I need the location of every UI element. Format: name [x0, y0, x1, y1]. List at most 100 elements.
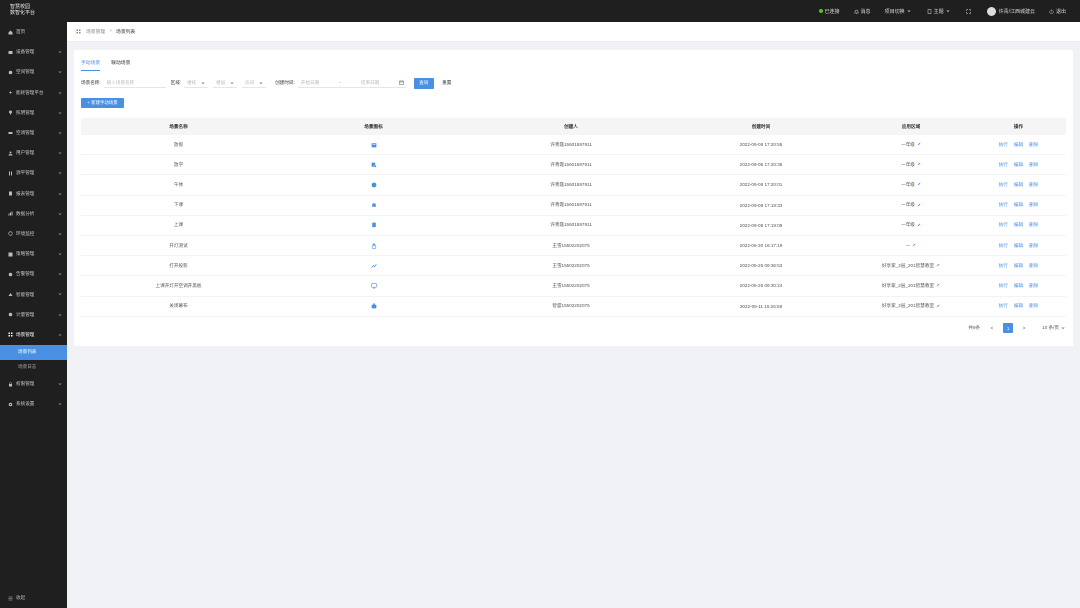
- sidebar-item-user[interactable]: 用户管理: [0, 143, 67, 163]
- edit-button[interactable]: 编辑: [1014, 202, 1023, 208]
- edit-button[interactable]: 编辑: [1014, 263, 1023, 269]
- breadcrumb-current: 场景列表: [116, 30, 136, 35]
- edit-area-icon[interactable]: [917, 162, 921, 167]
- scene-icon-cell: [276, 303, 471, 309]
- edit-area-icon[interactable]: [936, 283, 940, 288]
- execute-button[interactable]: 执行: [999, 263, 1008, 269]
- floor-select[interactable]: 楼层: [213, 78, 238, 88]
- fullscreen-button[interactable]: [965, 8, 973, 14]
- logout-button[interactable]: 退出: [1049, 8, 1066, 15]
- edit-button[interactable]: 编辑: [1014, 222, 1023, 228]
- sidebar-item-scene[interactable]: 场景管理: [0, 325, 67, 345]
- creator-cell: 王雪15502202075: [552, 262, 590, 268]
- sidebar-item-analysis[interactable]: 数据分析: [0, 204, 67, 224]
- execute-button[interactable]: 执行: [999, 182, 1008, 188]
- theme-dropdown[interactable]: 主题: [927, 8, 952, 15]
- execute-button[interactable]: 执行: [999, 243, 1008, 249]
- chevron-down-icon: [58, 111, 62, 116]
- page-size-select[interactable]: 10 条/页: [1042, 325, 1065, 331]
- sidebar-item-meter[interactable]: 计量管理: [0, 305, 67, 325]
- sidebar-subitem[interactable]: 场景日志: [0, 360, 67, 375]
- sidebar-item-settings[interactable]: 系统设置: [0, 394, 67, 414]
- edit-area-icon[interactable]: [912, 243, 916, 248]
- sidebar-item-label: 首页: [16, 29, 26, 35]
- building-select-value: 楼栋: [187, 79, 197, 85]
- delete-button[interactable]: 删除: [1029, 263, 1038, 269]
- add-manual-scene-button[interactable]: + 新建手动场景: [81, 98, 124, 108]
- breadcrumb-parent[interactable]: 场景管理: [86, 28, 105, 35]
- sidebar-item-alarm[interactable]: 告警管理: [0, 264, 67, 284]
- collapse-sidebar-button[interactable]: 收起: [8, 595, 25, 601]
- tab-linkage-scene[interactable]: 联动场景: [111, 59, 130, 71]
- app-logo: 智慧校园 数智化平台: [10, 4, 66, 16]
- execute-button[interactable]: 执行: [999, 142, 1008, 148]
- sidebar-item-energy[interactable]: 能耗管理平台: [0, 83, 67, 103]
- edit-button[interactable]: 编辑: [1014, 162, 1023, 168]
- delete-button[interactable]: 删除: [1029, 182, 1038, 188]
- chevron-up-icon: [58, 333, 62, 338]
- edit-button[interactable]: 编辑: [1014, 142, 1023, 148]
- sidebar-item-space[interactable]: 空间管理: [0, 62, 67, 82]
- room-select[interactable]: 房间: [242, 78, 267, 88]
- building-select[interactable]: 楼栋: [184, 78, 209, 88]
- sidebar-item-policy[interactable]: 策略管理: [0, 244, 67, 264]
- edit-button[interactable]: 编辑: [1014, 303, 1023, 309]
- scene-name-input[interactable]: 输入场景名称: [103, 78, 166, 88]
- edit-area-icon[interactable]: [917, 203, 921, 208]
- sidebar-item-aircon[interactable]: 空调管理: [0, 123, 67, 143]
- delete-button[interactable]: 删除: [1029, 283, 1038, 289]
- chevron-down-icon: [58, 91, 62, 96]
- prev-page-button[interactable]: [987, 323, 997, 333]
- execute-button[interactable]: 执行: [999, 222, 1008, 228]
- edit-area-icon[interactable]: [917, 223, 921, 228]
- table-row: 上课开灯开空调开黑板 王雪15502202075 2022-05-26 09:30:…: [81, 276, 1066, 297]
- chevron-down-icon: [58, 292, 62, 297]
- execute-button[interactable]: 执行: [999, 202, 1008, 208]
- date-range-picker[interactable]: 开始日期 ~ 结束日期: [297, 78, 406, 88]
- sidebar-subitem[interactable]: 场景列表: [0, 345, 67, 360]
- create-time-cell: 2022-09-08 17:20:36: [739, 162, 783, 168]
- delete-button[interactable]: 删除: [1029, 303, 1038, 309]
- sidebar-item-device[interactable]: 设备管理: [0, 42, 67, 62]
- sidebar-item-label: 智能管理: [16, 291, 35, 297]
- next-page-button[interactable]: [1019, 323, 1029, 333]
- user-menu[interactable]: 许青/江西城建云: [986, 6, 1035, 16]
- execute-button[interactable]: 执行: [999, 303, 1008, 309]
- tab-manual-scene[interactable]: 手动场景: [81, 59, 101, 71]
- theme-icon: [927, 8, 931, 14]
- sidebar-item-label: 环境监控: [16, 230, 35, 236]
- sidebar-item-light[interactable]: 照明管理: [0, 103, 67, 123]
- edit-button[interactable]: 编辑: [1014, 243, 1023, 249]
- chevron-down-icon: [58, 382, 62, 387]
- project-switch-dropdown[interactable]: 项目切换: [885, 8, 913, 15]
- delete-button[interactable]: 删除: [1029, 202, 1038, 208]
- sidebar-item-smart[interactable]: 智能管理: [0, 284, 67, 304]
- scene-name-cell: 上课开灯开空调开黑板: [155, 282, 202, 288]
- edit-button[interactable]: 编辑: [1014, 283, 1023, 289]
- edit-area-icon[interactable]: [917, 142, 921, 147]
- execute-button[interactable]: 执行: [999, 162, 1008, 168]
- execute-button[interactable]: 执行: [999, 283, 1008, 289]
- sidebar-item-home[interactable]: 首页: [0, 22, 67, 42]
- creator-cell: 王雪15502202075: [552, 282, 590, 288]
- light-icon: [8, 110, 13, 115]
- table-header: 场景名称 场景图标 创建人 创建时间 应用区域 操作: [81, 118, 1066, 135]
- sidebar-item-permission[interactable]: 权限管理: [0, 374, 67, 394]
- grid-icon: [76, 29, 81, 34]
- sidebar-item-source[interactable]: 源平管理: [0, 163, 67, 183]
- query-button[interactable]: 查询: [413, 77, 434, 89]
- edit-area-icon[interactable]: [936, 304, 940, 309]
- message-button[interactable]: 消息: [853, 8, 871, 15]
- delete-button[interactable]: 删除: [1029, 162, 1038, 168]
- delete-button[interactable]: 删除: [1029, 243, 1038, 249]
- creator-cell: 智盛15502202075: [552, 303, 590, 309]
- edit-area-icon[interactable]: [917, 182, 921, 187]
- edit-button[interactable]: 编辑: [1014, 182, 1023, 188]
- sidebar-item-env[interactable]: 环境监控: [0, 224, 67, 244]
- reset-button[interactable]: 重置: [440, 78, 454, 89]
- delete-button[interactable]: 删除: [1029, 142, 1038, 148]
- page-1-button[interactable]: 1: [1003, 323, 1014, 333]
- delete-button[interactable]: 删除: [1029, 222, 1038, 228]
- edit-area-icon[interactable]: [936, 263, 940, 268]
- sidebar-item-report[interactable]: 报表管理: [0, 184, 67, 204]
